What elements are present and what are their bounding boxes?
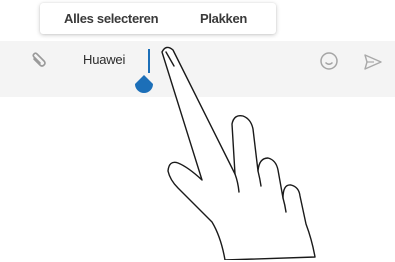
paperclip-icon[interactable] bbox=[29, 52, 49, 72]
pointing-hand-illustration bbox=[161, 46, 316, 260]
send-icon[interactable] bbox=[364, 54, 382, 70]
text-selection-context-menu: Alles selecteren Plakken bbox=[40, 3, 276, 34]
message-input-text: Huawei bbox=[83, 52, 126, 67]
select-all-button[interactable]: Alles selecteren bbox=[64, 11, 159, 26]
paste-button[interactable]: Plakken bbox=[200, 11, 247, 26]
